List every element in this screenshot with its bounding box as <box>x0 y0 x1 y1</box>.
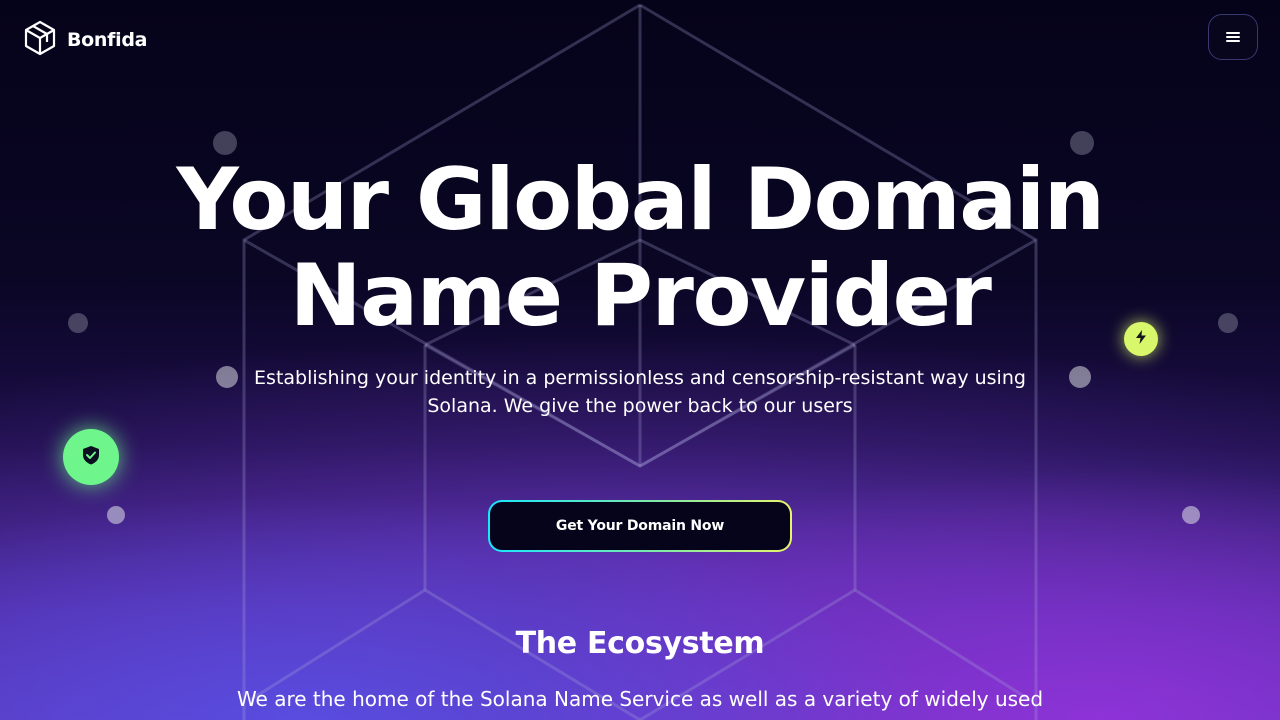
decorative-dot <box>1069 366 1091 388</box>
background-hexagon-lines <box>242 3 1038 720</box>
hamburger-icon <box>1226 28 1240 47</box>
hero-title-line-1: Your Global Domain <box>176 150 1105 250</box>
menu-button[interactable] <box>1208 14 1258 60</box>
lightning-bolt-icon <box>1134 329 1148 349</box>
cube-logo-icon <box>23 20 57 60</box>
hero-title-line-2: Name Provider <box>289 246 992 346</box>
cta-button-border[interactable]: Get Your Domain Now <box>488 500 792 552</box>
brand-name: Bonfida <box>67 29 148 51</box>
decorative-dot <box>216 366 238 388</box>
get-domain-button[interactable]: Get Your Domain Now <box>490 502 790 550</box>
ecosystem-description: We are the home of the Solana Name Servi… <box>236 687 1044 711</box>
lightning-badge <box>1124 322 1158 356</box>
ecosystem-title: The Ecosystem <box>515 626 765 661</box>
brand-logo-link[interactable]: Bonfida <box>23 20 147 60</box>
site-header: Bonfida <box>0 0 1280 76</box>
decorative-dot <box>1182 506 1200 524</box>
hero-subtitle: Establishing your identity in a permissi… <box>254 367 1026 417</box>
shield-badge <box>63 429 119 485</box>
hero-title: Your Global Domain Name Provider <box>0 152 1280 344</box>
shield-check-icon <box>80 444 102 470</box>
decorative-dot <box>107 506 125 524</box>
